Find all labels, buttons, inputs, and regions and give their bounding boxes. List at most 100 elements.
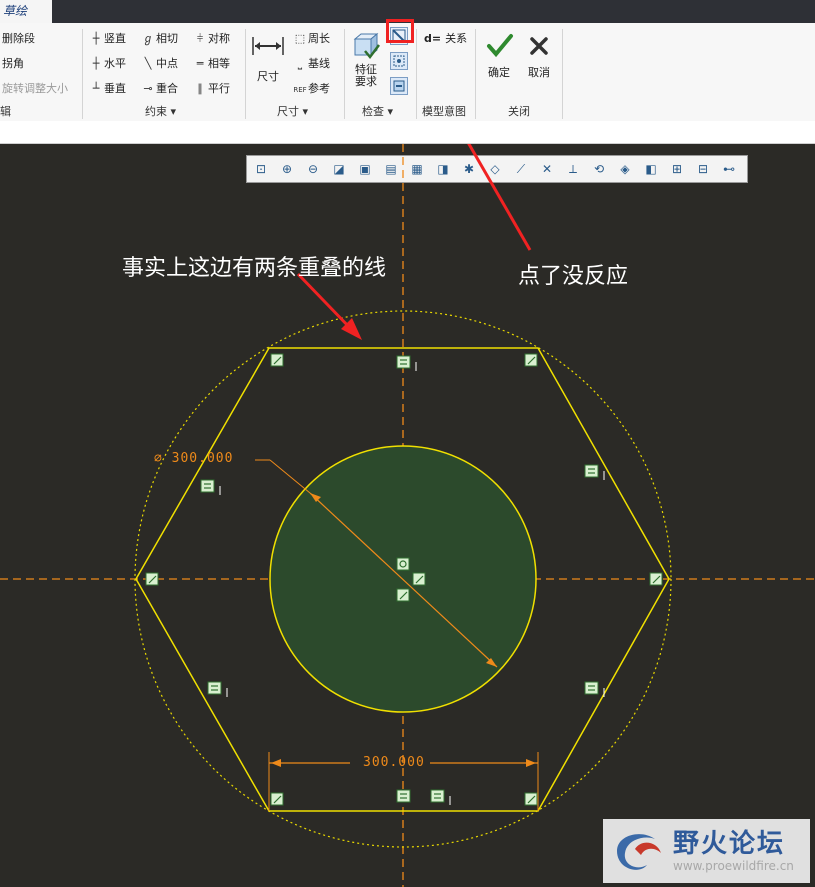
divider: [82, 29, 83, 119]
baseline-icon: ⎵: [297, 57, 303, 70]
equal-constraint-icon: [430, 789, 445, 803]
tangent-constraint-button[interactable]: ℊ 相切: [140, 30, 179, 46]
label: 竖直: [104, 32, 126, 45]
coincident-constraint-button[interactable]: ⊸ 重合: [140, 80, 178, 96]
ok-label: 确定: [488, 66, 510, 79]
vertical-constraint-button[interactable]: ┼ 竖直: [88, 30, 126, 46]
relations-icon: d=: [424, 32, 442, 45]
coincident-constraint-icon: ⊸: [143, 82, 153, 95]
vertical-constraint-icon: ┼: [92, 32, 100, 45]
vertex-constraint-icon: [270, 792, 284, 806]
divider: [245, 29, 246, 119]
perpendicular-constraint-icon: ┴: [92, 82, 100, 95]
equal-constraint-icon: [584, 681, 599, 695]
symmetric-constraint-icon: ⫩: [196, 32, 204, 45]
equal-constraint-icon: [200, 479, 215, 493]
width-arrow: [271, 759, 281, 767]
divider: [562, 29, 563, 119]
horizontal-constraint-button[interactable]: ┼ 水平: [88, 55, 126, 71]
vertex-constraint-icon: [412, 572, 426, 586]
label: 相切: [156, 32, 178, 45]
feature-requirements-icon: [353, 32, 380, 60]
annotation-right: 点了没反应: [518, 264, 629, 289]
annotation-arrow: [467, 144, 532, 251]
vertex-constraint-icon: [649, 572, 663, 586]
dimension-icon: [252, 37, 284, 55]
vertex-constraint-icon: [524, 792, 538, 806]
diameter-dimension-text[interactable]: ⌀ 300.000: [154, 451, 233, 466]
status-strip: [0, 121, 815, 144]
perpendicular-constraint-button[interactable]: ┴ 垂直: [88, 80, 126, 96]
close-group-label: 关闭: [508, 105, 530, 118]
equal-constraint-icon: [396, 789, 411, 803]
requirements-label: 要求: [355, 75, 377, 88]
equal-constraint-icon: [207, 681, 222, 695]
checkmark-icon: [487, 34, 513, 58]
cancel-button[interactable]: 取消: [522, 31, 556, 80]
reference-button[interactable]: REF参考: [292, 80, 330, 96]
label: 相等: [208, 57, 230, 70]
vertex-constraint-icon: [270, 353, 284, 367]
label: 中点: [156, 57, 178, 70]
edit-group-label: 辑: [0, 105, 11, 118]
relations-button[interactable]: d= 关系: [424, 30, 467, 46]
close-icon: [530, 37, 548, 55]
center-point-icon: [396, 557, 410, 571]
equal-constraint-icon: ═: [196, 57, 204, 70]
baseline-button[interactable]: ⎵ 基线: [292, 55, 330, 71]
equal-constraint-icon: [584, 464, 599, 478]
rotate-resize-button[interactable]: 旋转调整大小: [2, 80, 68, 96]
constraints-group-label: 约束 ▾: [145, 105, 177, 118]
divider: [416, 29, 417, 119]
label: 重合: [156, 82, 178, 95]
divider: [475, 29, 476, 119]
shade-closed-loops-button[interactable]: [390, 52, 408, 70]
width-arrow: [526, 759, 536, 767]
delete-segment-button[interactable]: 删除段: [2, 30, 35, 46]
midpoint-constraint-button[interactable]: ╲ 中点: [140, 55, 178, 71]
shade-loop-icon: [393, 55, 405, 67]
highlight-box: [386, 19, 414, 43]
annotation-arrow: [296, 272, 354, 332]
width-dimension-text[interactable]: 300.000: [363, 755, 425, 770]
cancel-label: 取消: [528, 66, 550, 79]
dimension-button[interactable]: 尺寸: [250, 29, 286, 84]
label: 周长: [308, 32, 330, 45]
ok-button[interactable]: 确定: [482, 31, 516, 80]
dimension-label: 尺寸: [257, 70, 279, 83]
open-ends-icon: [393, 80, 405, 92]
vertex-constraint-icon: [396, 588, 410, 602]
label: 基线: [308, 57, 330, 70]
diameter-leader: [269, 459, 311, 494]
highlight-open-ends-button[interactable]: [390, 77, 408, 95]
label: 垂直: [104, 82, 126, 95]
model-intent-group-label: 模型意图: [422, 105, 466, 118]
perimeter-button[interactable]: ⬚ 周长: [292, 30, 330, 46]
watermark-url: www.proewildfire.cn: [673, 859, 794, 873]
perimeter-icon: ⬚: [294, 32, 306, 45]
divider: [344, 29, 345, 119]
watermark-title: 野火论坛: [673, 829, 786, 859]
tangent-constraint-icon: ℊ: [142, 32, 154, 45]
equal-constraint-icon: [396, 355, 411, 369]
vertex-constraint-icon: [145, 572, 159, 586]
equal-constraint-button[interactable]: ═ 相等: [192, 55, 230, 71]
label: 对称: [208, 32, 230, 45]
dimension-group-label: 尺寸 ▾: [277, 105, 309, 118]
parallel-constraint-button[interactable]: ∥ 平行: [192, 80, 230, 96]
horizontal-constraint-icon: ┼: [92, 57, 100, 70]
label: 关系: [445, 32, 468, 45]
inspect-group-label: 检查 ▾: [362, 105, 394, 118]
watermark: 野火论坛 www.proewildfire.cn: [603, 819, 810, 883]
reference-icon: REF: [293, 86, 307, 94]
symmetric-constraint-button[interactable]: ⫩ 对称: [192, 30, 230, 46]
midpoint-constraint-icon: ╲: [144, 57, 152, 70]
label: 水平: [104, 57, 126, 70]
corner-button[interactable]: 拐角: [2, 55, 24, 71]
forum-logo-icon: [617, 834, 661, 870]
parallel-constraint-icon: ∥: [197, 82, 203, 95]
feature-requirements-button[interactable]: 特征 要求: [350, 31, 382, 88]
label: 平行: [208, 82, 230, 95]
tab-sketch[interactable]: 草绘: [0, 0, 52, 23]
label: 参考: [308, 82, 330, 95]
